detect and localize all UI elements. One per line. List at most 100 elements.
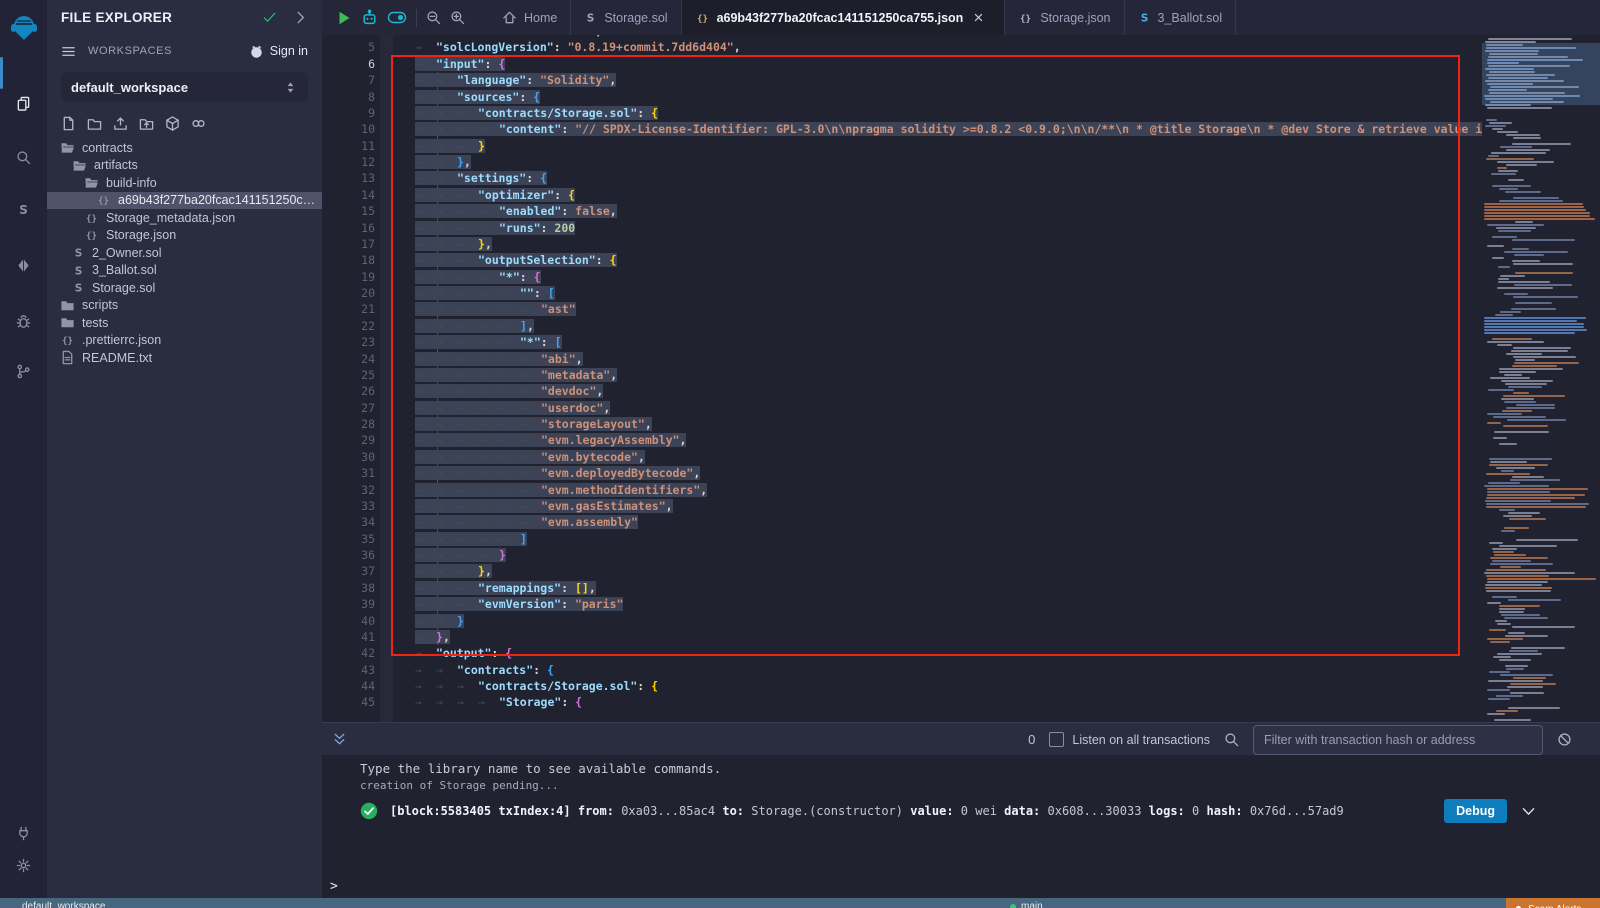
tree-item-3-ballot-sol[interactable]: S3_Ballot.sol bbox=[47, 262, 322, 280]
tree-item-label: scripts bbox=[82, 298, 118, 312]
code-line-22: 22→→→→→], bbox=[322, 318, 1482, 334]
tree-item-contracts[interactable]: contracts bbox=[47, 139, 322, 157]
line-number: 29 bbox=[322, 432, 375, 448]
scam-alerts-badge[interactable]: Scam Alerts bbox=[1506, 898, 1600, 908]
code-line-9: 9→→→"contracts/Storage.sol": { bbox=[322, 105, 1482, 121]
tab-a69b43f277ba20fcac141151250ca755-json[interactable]: {}a69b43f277ba20fcac141151250ca755.json bbox=[682, 0, 1006, 35]
status-bar: default_workspace main Scam Alerts bbox=[0, 898, 1600, 908]
transaction-count-badge: 0 bbox=[1028, 732, 1035, 747]
transaction-log-text: [block:5583405 txIndex:4] from: 0xa03...… bbox=[390, 804, 1344, 818]
code-line-27: 27→→→→→→"userdoc", bbox=[322, 400, 1482, 416]
tab-3-ballot-sol[interactable]: S3_Ballot.sol bbox=[1125, 0, 1237, 35]
tree-item-build-info[interactable]: build-info bbox=[47, 174, 322, 192]
json-icon: {} bbox=[1018, 12, 1033, 24]
transaction-log-row[interactable]: [block:5583405 txIndex:4] from: 0xa03...… bbox=[360, 797, 1536, 825]
sol-icon: S bbox=[72, 281, 85, 294]
upload-folder-icon[interactable] bbox=[139, 116, 154, 131]
minimap[interactable] bbox=[1482, 35, 1600, 722]
terminal-message: Type the library name to see available c… bbox=[360, 761, 721, 776]
chevron-right-icon[interactable] bbox=[293, 10, 308, 25]
rail-remix-logo-icon[interactable] bbox=[0, 8, 47, 48]
svg-text:S: S bbox=[1140, 13, 1148, 24]
tab-home[interactable]: Home bbox=[489, 0, 571, 35]
rail-plugin-manager-icon[interactable] bbox=[0, 816, 47, 850]
code-line-15: 15→→→→"enabled": false, bbox=[322, 203, 1482, 219]
zoom-out-icon[interactable] bbox=[426, 10, 441, 25]
rail-debugger-icon[interactable] bbox=[0, 304, 47, 338]
tree-item-storage-metadata-json[interactable]: {}Storage_metadata.json bbox=[47, 209, 322, 227]
terminal-header: 0 Listen on all transactions bbox=[322, 722, 1600, 756]
svg-text:S: S bbox=[587, 13, 595, 24]
select-updown-icon bbox=[283, 80, 298, 95]
tree-item-tests[interactable]: tests bbox=[47, 314, 322, 332]
rail-git-icon[interactable] bbox=[0, 354, 47, 388]
tree-item-storage-json[interactable]: {}Storage.json bbox=[47, 227, 322, 245]
line-number: 11 bbox=[322, 138, 375, 154]
listen-all-transactions-checkbox[interactable] bbox=[1049, 732, 1064, 747]
code-line-25: 25→→→→→→"metadata", bbox=[322, 367, 1482, 383]
minimap-viewport[interactable] bbox=[1482, 43, 1600, 105]
tree-item-2-owner-sol[interactable]: S2_Owner.sol bbox=[47, 244, 322, 262]
toggle-icon[interactable] bbox=[387, 10, 407, 25]
expand-terminal-icon[interactable] bbox=[332, 732, 347, 747]
tree-item-label: Storage.json bbox=[106, 228, 176, 242]
search-icon[interactable] bbox=[1224, 732, 1239, 747]
tree-item-a69b43f277ba20fcac141151250ca7-[interactable]: {}a69b43f277ba20fcac141151250ca7... bbox=[47, 192, 322, 210]
line-number: 37 bbox=[322, 563, 375, 579]
cube-icon[interactable] bbox=[165, 116, 180, 131]
upload-file-icon[interactable] bbox=[113, 116, 128, 131]
svg-text:{}: {} bbox=[62, 336, 73, 347]
tab-bar: HomeSStorage.sol{}a69b43f277ba20fcac1411… bbox=[322, 0, 1600, 36]
transaction-filter-input[interactable] bbox=[1253, 725, 1543, 755]
rail-search-icon[interactable] bbox=[0, 140, 47, 174]
link-icon[interactable] bbox=[191, 116, 206, 131]
tree-item-label: 3_Ballot.sol bbox=[92, 263, 157, 277]
terminal[interactable]: Type the library name to see available c… bbox=[322, 755, 1600, 898]
code-line-26: 26→→→→→→"devdoc", bbox=[322, 383, 1482, 399]
folder-open-icon bbox=[60, 140, 75, 155]
code-line-20: 20→→→→→"": [ bbox=[322, 285, 1482, 301]
debug-button[interactable]: Debug bbox=[1444, 799, 1507, 823]
json-icon: {} bbox=[84, 212, 99, 224]
code-editor[interactable]: 4→"solcVersion": "0.8.19",5→"solcLongVer… bbox=[322, 35, 1600, 722]
line-number: 40 bbox=[322, 613, 375, 629]
new-folder-icon[interactable] bbox=[87, 116, 102, 131]
tree-item-storage-sol[interactable]: SStorage.sol bbox=[47, 279, 322, 297]
code-line-10: 10→→→→"content": "// SPDX-License-Identi… bbox=[322, 121, 1482, 137]
active-plugin-indicator bbox=[0, 57, 3, 89]
tree-item-artifacts[interactable]: artifacts bbox=[47, 157, 322, 175]
clear-console-icon[interactable] bbox=[1557, 732, 1572, 747]
close-tab-icon[interactable] bbox=[973, 12, 984, 23]
statusbar-workspace: default_workspace bbox=[22, 901, 105, 908]
line-number: 14 bbox=[322, 187, 375, 203]
folder-open-icon bbox=[84, 175, 99, 190]
workspace-select[interactable]: default_workspace bbox=[61, 72, 308, 102]
line-number: 5 bbox=[322, 39, 375, 55]
rail-deploy-run-icon[interactable] bbox=[0, 248, 47, 282]
divider bbox=[416, 9, 417, 27]
robot-icon[interactable] bbox=[361, 9, 378, 26]
tree-item-scripts[interactable]: scripts bbox=[47, 297, 322, 315]
zoom-in-icon[interactable] bbox=[450, 10, 465, 25]
terminal-prompt[interactable]: > bbox=[330, 879, 338, 894]
new-file-icon[interactable] bbox=[61, 116, 76, 131]
tree-item--prettierrc-json[interactable]: {} .prettierrc.json bbox=[47, 332, 322, 350]
rail-settings-icon[interactable] bbox=[0, 848, 47, 882]
line-number: 8 bbox=[322, 89, 375, 105]
folder-icon bbox=[60, 298, 75, 313]
tab-label: a69b43f277ba20fcac141151250ca755.json bbox=[717, 11, 964, 25]
play-icon[interactable] bbox=[336, 10, 352, 26]
code-line-13: 13→→"settings": { bbox=[322, 170, 1482, 186]
tree-item-label: .prettierrc.json bbox=[82, 333, 161, 347]
line-number: 24 bbox=[322, 351, 375, 367]
tree-item-readme-txt[interactable]: README.txt bbox=[47, 349, 322, 367]
hamburger-menu-icon[interactable] bbox=[61, 44, 76, 59]
tab-storage-json[interactable]: {}Storage.json bbox=[1005, 0, 1124, 35]
code-line-34: 34→→→→→→"evm.assembly" bbox=[322, 514, 1482, 530]
rail-file-explorer-icon[interactable] bbox=[0, 86, 47, 120]
sign-in-button[interactable]: Sign in bbox=[249, 44, 308, 59]
tab-storage-sol[interactable]: SStorage.sol bbox=[571, 0, 681, 35]
panel-title: FILE EXPLORER bbox=[61, 10, 262, 25]
expand-transaction-icon[interactable] bbox=[1521, 804, 1536, 819]
rail-solidity-compiler-icon[interactable]: S bbox=[0, 192, 47, 226]
